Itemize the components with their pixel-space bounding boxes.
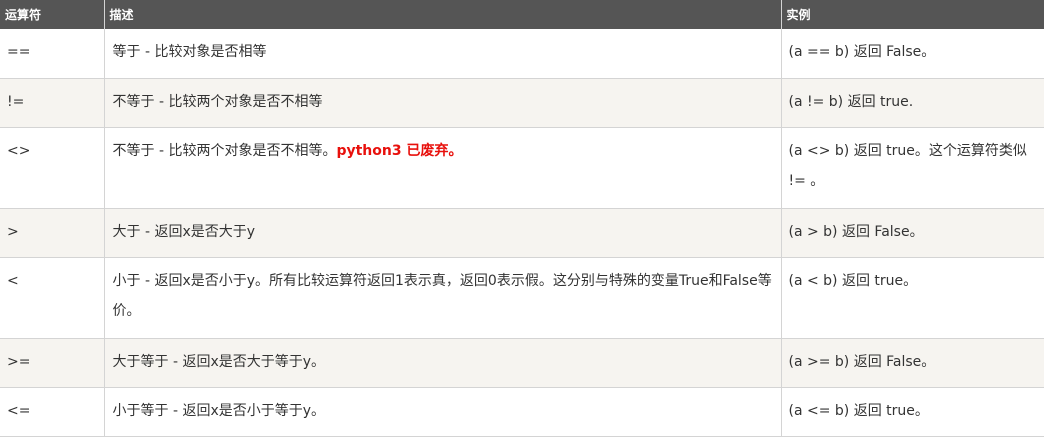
header-operator: 运算符 [0,0,105,29]
operator-cell: < [0,257,105,339]
description-cell: 不等于 - 比较两个对象是否不相等。python3 已废弃。 [104,127,782,209]
operator-cell: > [0,208,105,258]
description-text: 等于 - 比较对象是否相等 [112,44,267,60]
table-row: <= 小于等于 - 返回x是否小于等于y。 (a <= b) 返回 true。 [0,387,1044,437]
description-text: 不等于 - 比较两个对象是否不相等 [112,93,323,110]
description-text: 不等于 - 比较两个对象是否不相等。 [112,142,337,159]
header-description: 描述 [104,0,782,29]
table-row: <> 不等于 - 比较两个对象是否不相等。python3 已废弃。 (a <> … [0,127,1044,209]
description-cell: 不等于 - 比较两个对象是否不相等 [104,78,782,128]
header-row: 运算符 描述 实例 [0,0,1044,29]
example-cell: (a <> b) 返回 true。这个运算符类似 != 。 [781,127,1044,209]
operator-cell: <> [0,127,105,209]
description-text: 小于等于 - 返回x是否小于等于y。 [112,402,326,419]
description-text: 大于 - 返回x是否大于y [112,223,256,240]
description-cell: 等于 - 比较对象是否相等 [104,29,782,79]
table-row: > 大于 - 返回x是否大于y (a > b) 返回 False。 [0,208,1044,258]
table-row: >= 大于等于 - 返回x是否大于等于y。 (a >= b) 返回 False。 [0,338,1044,388]
table-header: 运算符 描述 实例 [0,0,1044,29]
description-cell: 大于等于 - 返回x是否大于等于y。 [104,338,782,388]
table-row: < 小于 - 返回x是否小于y。所有比较运算符返回1表示真，返回0表示假。这分别… [0,257,1044,339]
operator-cell: <= [0,387,105,437]
example-cell: (a == b) 返回 False。 [781,29,1044,79]
example-cell: (a > b) 返回 False。 [781,208,1044,258]
description-cell: 小于等于 - 返回x是否小于等于y。 [104,387,782,437]
operator-cell: == [0,29,105,79]
description-cell: 大于 - 返回x是否大于y [104,208,782,258]
example-cell: (a < b) 返回 true。 [781,257,1044,339]
table-row: == 等于 - 比较对象是否相等 (a == b) 返回 False。 [0,29,1044,79]
operator-cell: >= [0,338,105,388]
example-cell: (a != b) 返回 true. [781,78,1044,128]
example-cell: (a <= b) 返回 true。 [781,387,1044,437]
example-cell: (a >= b) 返回 False。 [781,338,1044,388]
operator-cell: != [0,78,105,128]
table-body: == 等于 - 比较对象是否相等 (a == b) 返回 False。 != 不… [0,29,1044,437]
deprecated-note: python3 已废弃。 [336,142,463,159]
comparison-operators-table: 运算符 描述 实例 == 等于 - 比较对象是否相等 (a == b) 返回 F… [0,0,1044,437]
header-example: 实例 [781,0,1044,29]
description-text: 大于等于 - 返回x是否大于等于y。 [112,353,326,370]
description-text: 小于 - 返回x是否小于y。所有比较运算符返回1表示真，返回0表示假。这分别与特… [112,272,772,319]
description-cell: 小于 - 返回x是否小于y。所有比较运算符返回1表示真，返回0表示假。这分别与特… [104,257,782,339]
table-row: != 不等于 - 比较两个对象是否不相等 (a != b) 返回 true. [0,78,1044,128]
